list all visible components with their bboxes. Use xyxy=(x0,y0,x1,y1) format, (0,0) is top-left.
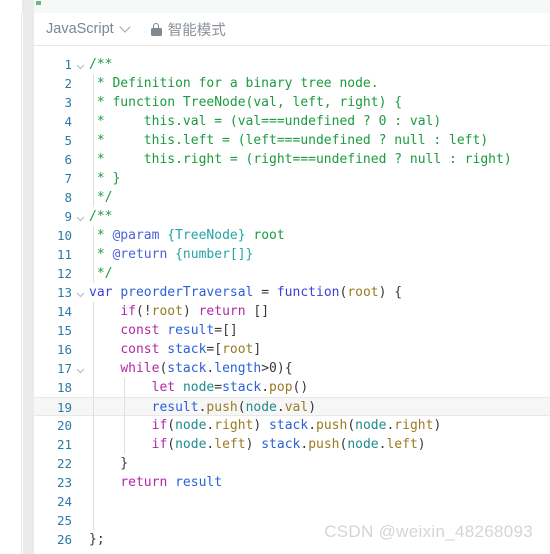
line-number: 11 xyxy=(56,247,72,262)
editor-toolbar: JavaScript 智能模式 xyxy=(34,13,550,46)
line-number: 12 xyxy=(56,266,72,281)
indent-guide xyxy=(93,511,94,530)
code-line[interactable]: 15 const result=[] xyxy=(34,321,550,340)
clipped-green-marker-icon xyxy=(36,1,41,5)
indent-guide xyxy=(93,492,94,511)
line-number: 3 xyxy=(64,95,72,110)
code-line[interactable]: 13 var preorderTraversal = function(root)… xyxy=(34,283,550,302)
code-line[interactable]: 22 } xyxy=(34,454,550,473)
code-line[interactable]: 17 while(stack.length>0){ xyxy=(34,359,550,378)
code-line[interactable]: 12 */ xyxy=(34,264,550,283)
code-text: if(!root) return [] xyxy=(120,304,270,319)
code-text: let node=stack.pop() xyxy=(151,380,309,395)
line-number: 7 xyxy=(64,171,72,186)
code-line[interactable]: 14 if(!root) return [] xyxy=(34,302,550,321)
code-line[interactable]: 3 * function TreeNode(val, left, right) … xyxy=(34,93,550,112)
code-text: /** xyxy=(89,57,113,72)
watermark: CSDN @weixin_48268093 xyxy=(324,522,533,541)
code-line[interactable]: 11 * @return {number[]} xyxy=(34,245,550,264)
top-strip-rail xyxy=(22,0,34,13)
code-text: * @return {number[]} xyxy=(89,247,254,262)
line-number: 15 xyxy=(56,323,72,338)
line-number: 13 xyxy=(56,285,72,300)
left-gray-rail xyxy=(23,13,34,554)
code-text: var preorderTraversal = function(root) { xyxy=(89,285,403,300)
line-number: 2 xyxy=(64,76,72,91)
code-line[interactable]: 10 * @param {TreeNode} root xyxy=(34,226,550,245)
code-text: if(node.left) stack.push(node.left) xyxy=(151,437,426,452)
code-text: return result xyxy=(120,475,223,490)
line-number: 21 xyxy=(56,437,72,452)
code-text: */ xyxy=(89,266,113,281)
chevron-down-icon[interactable] xyxy=(121,23,130,32)
line-number: 17 xyxy=(56,361,72,376)
line-number: 10 xyxy=(56,228,72,243)
smart-mode-toggle[interactable]: 智能模式 xyxy=(150,19,226,40)
language-selector[interactable]: JavaScript xyxy=(46,21,130,37)
code-text: while(stack.length>0){ xyxy=(120,361,293,376)
code-text: /** xyxy=(89,209,113,224)
code-line[interactable]: 5 * this.left = (left===undefined ? null… xyxy=(34,131,550,150)
line-number: 8 xyxy=(64,190,72,205)
line-number: 19 xyxy=(56,400,72,415)
lock-icon xyxy=(150,22,162,36)
code-line[interactable]: 21 if(node.left) stack.push(node.left) xyxy=(34,435,550,454)
fold-chevron-icon[interactable] xyxy=(76,207,86,226)
line-number: 1 xyxy=(64,57,72,72)
language-label: JavaScript xyxy=(46,21,114,37)
code-line[interactable]: 8 */ xyxy=(34,188,550,207)
code-text: */ xyxy=(89,190,113,205)
code-line[interactable]: 4 * this.val = (val===undefined ? 0 : va… xyxy=(34,112,550,131)
line-number: 9 xyxy=(64,209,72,224)
code-text: * } xyxy=(89,171,121,186)
line-number: 25 xyxy=(56,513,72,528)
code-line[interactable]: 7 * } xyxy=(34,169,550,188)
code-text: const stack=[root] xyxy=(120,342,262,357)
code-line[interactable]: 18 let node=stack.pop() xyxy=(34,378,550,397)
smart-mode-label: 智能模式 xyxy=(167,22,226,39)
code-text: } xyxy=(89,456,129,471)
line-number: 18 xyxy=(56,380,72,395)
code-editor[interactable]: 1 /** 2 * Definition for a binary tree nod… xyxy=(34,46,550,554)
code-text: * this.left = (left===undefined ? null :… xyxy=(89,133,489,148)
line-number: 14 xyxy=(56,304,72,319)
line-number: 16 xyxy=(56,342,72,357)
code-text: * this.val = (val===undefined ? 0 : val) xyxy=(89,114,442,129)
line-number: 20 xyxy=(56,418,72,433)
code-line[interactable]: 1 /** xyxy=(34,55,550,74)
code-line[interactable]: 23 return result xyxy=(34,473,550,492)
code-line[interactable]: 19 result.push(node.val) xyxy=(34,397,550,417)
line-number: 23 xyxy=(56,475,72,490)
left-margin-pane xyxy=(0,13,22,554)
line-number: 6 xyxy=(64,152,72,167)
fold-chevron-icon[interactable] xyxy=(76,55,86,74)
code-text: * this.right = (right===undefined ? null… xyxy=(89,152,512,167)
fold-chevron-icon[interactable] xyxy=(76,283,86,302)
code-line[interactable]: 2 * Definition for a binary tree node. xyxy=(34,74,550,93)
top-strip xyxy=(0,0,550,13)
code-text: }; xyxy=(89,532,105,547)
top-strip-left-margin xyxy=(0,0,22,13)
line-number: 22 xyxy=(56,456,72,471)
code-line[interactable]: 6 * this.right = (right===undefined ? nu… xyxy=(34,150,550,169)
line-number: 5 xyxy=(64,133,72,148)
code-lines-container: 1 /** 2 * Definition for a binary tree nod… xyxy=(34,55,550,549)
code-line[interactable]: 20 if(node.right) stack.push(node.right) xyxy=(34,416,550,435)
code-text: result.push(node.val) xyxy=(151,400,317,415)
line-number: 24 xyxy=(56,494,72,509)
code-text: if(node.right) stack.push(node.right) xyxy=(151,418,442,433)
code-text: const result=[] xyxy=(120,323,238,338)
line-number: 4 xyxy=(64,114,72,129)
code-line[interactable]: 16 const stack=[root] xyxy=(34,340,550,359)
code-text: * @param {TreeNode} root xyxy=(89,228,285,243)
code-line[interactable]: 24 xyxy=(34,492,550,511)
line-number: 26 xyxy=(56,532,72,547)
code-text: * Definition for a binary tree node. xyxy=(89,76,379,91)
code-text: * function TreeNode(val, left, right) { xyxy=(89,95,403,110)
code-line[interactable]: 9 /** xyxy=(34,207,550,226)
fold-chevron-icon[interactable] xyxy=(76,359,86,378)
